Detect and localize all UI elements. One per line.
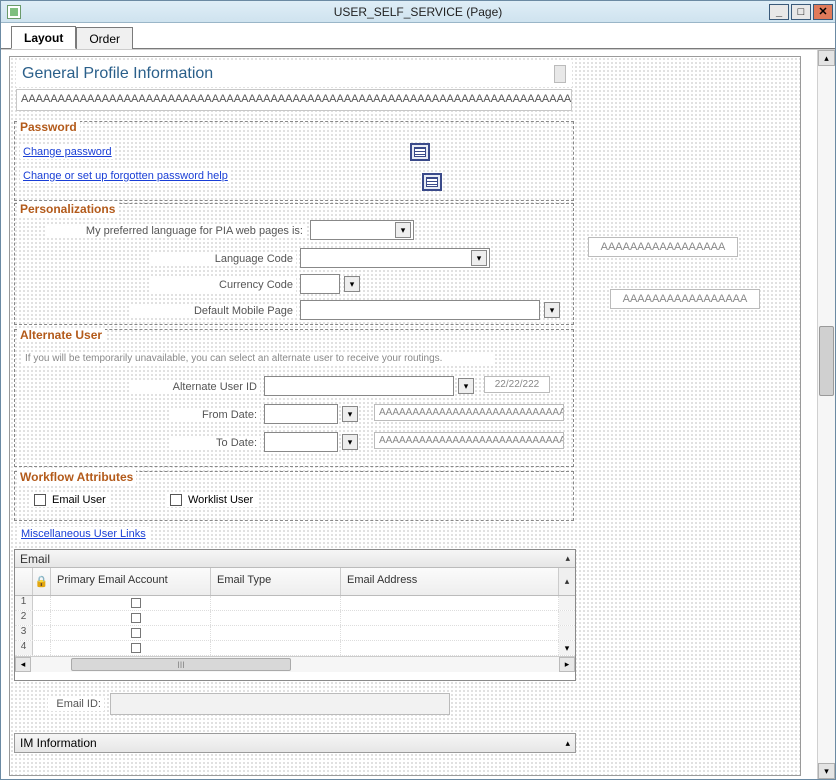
hscroll-thumb[interactable]: III — [71, 658, 291, 671]
lookup-alt-user-icon[interactable]: ▾ — [458, 378, 474, 394]
col-primary[interactable]: Primary Email Account — [51, 568, 211, 595]
checkbox-primary-email[interactable] — [131, 628, 141, 638]
label-currency-code: Currency Code — [150, 278, 296, 292]
table-row[interactable]: 2 — [15, 611, 575, 626]
minimize-button[interactable]: _ — [769, 4, 789, 20]
heading-handle[interactable] — [554, 65, 566, 83]
table-row[interactable]: 3 — [15, 626, 575, 641]
label-to-date: To Date: — [170, 436, 260, 450]
group-personalizations-title: Personalizations — [17, 202, 118, 216]
from-date-placeholder: AAAAAAAAAAAAAAAAAAAAAAAAAAAAA — [374, 404, 564, 421]
email-grid: Email ▴ 🔒 Primary Email Account Email Ty… — [14, 549, 576, 681]
secondary-page-icon-1[interactable] — [410, 143, 430, 161]
label-language-code: Language Code — [150, 252, 296, 266]
label-email-user: Email User — [52, 494, 106, 506]
subheader-placeholder: AAAAAAAAAAAAAAAAAAAAAAAAAAAAAAAAAAAAAAAA… — [16, 89, 572, 111]
table-row[interactable]: 1 — [15, 596, 575, 611]
calendar-to-icon[interactable]: ▾ — [342, 434, 358, 450]
lookup-mobile-icon[interactable]: ▾ — [544, 302, 560, 318]
side-placeholder-2: AAAAAAAAAAAAAAAAA — [610, 289, 760, 309]
label-worklist-user: Worklist User — [188, 494, 253, 506]
table-row[interactable]: 4 ▾ — [15, 641, 575, 656]
email-grid-title-row: Email ▴ — [15, 550, 575, 568]
label-email-id: Email ID: — [48, 697, 104, 711]
grid-hscroll[interactable]: ◂ III ▸ — [15, 656, 575, 672]
grid-scroll-down-icon[interactable]: ▾ — [559, 641, 575, 655]
secondary-page-icon-2[interactable] — [422, 173, 442, 191]
chevron-down-icon[interactable]: ▾ — [471, 250, 487, 266]
col-lock-icon: 🔒 — [33, 568, 51, 595]
window-title: USER_SELF_SERVICE (Page) — [1, 5, 835, 19]
rownum: 3 — [15, 626, 33, 640]
input-email-id[interactable] — [110, 693, 450, 715]
checkbox-primary-email[interactable] — [131, 643, 141, 653]
email-grid-title: Email — [20, 552, 50, 566]
label-from-date: From Date: — [170, 408, 260, 422]
tabs-row: Layout Order — [1, 23, 835, 49]
tab-order[interactable]: Order — [76, 27, 133, 49]
label-default-mobile: Default Mobile Page — [130, 304, 296, 318]
dropdown-language-code[interactable]: ▾ — [300, 248, 490, 268]
email-grid-body: 1 2 — [15, 596, 575, 656]
input-alt-user-id[interactable] — [264, 376, 454, 396]
rownum: 4 — [15, 641, 33, 655]
dropdown-pref-lang[interactable]: ▾ — [310, 220, 414, 240]
scroll-thumb[interactable] — [819, 326, 834, 396]
group-password: Password — [14, 121, 574, 201]
scroll-down-icon[interactable]: ▾ — [818, 763, 835, 779]
checkbox-primary-email[interactable] — [131, 598, 141, 608]
hscroll-track[interactable]: III — [31, 657, 559, 672]
col-email-type[interactable]: Email Type — [211, 568, 341, 595]
scroll-up-icon[interactable]: ▴ — [818, 50, 835, 66]
link-change-password[interactable]: Change password — [20, 145, 115, 159]
app-icon — [7, 5, 21, 19]
checkbox-worklist-user[interactable] — [170, 494, 182, 506]
design-canvas[interactable]: General Profile Information AAAAAAAAAAAA… — [9, 56, 801, 776]
maximize-button[interactable]: □ — [791, 4, 811, 20]
input-to-date[interactable] — [264, 432, 338, 452]
hscroll-left-icon[interactable]: ◂ — [15, 657, 31, 672]
email-grid-header: 🔒 Primary Email Account Email Type Email… — [15, 568, 575, 596]
lookup-currency-icon[interactable]: ▾ — [344, 276, 360, 292]
rownum: 2 — [15, 611, 33, 625]
input-default-mobile[interactable] — [300, 300, 540, 320]
close-button[interactable]: ✕ — [813, 4, 833, 20]
group-alternate-user-title: Alternate User — [17, 328, 105, 342]
label-pref-lang: My preferred language for PIA web pages … — [46, 224, 306, 238]
chevron-down-icon[interactable]: ▾ — [395, 222, 411, 238]
link-forgotten-password[interactable]: Change or set up forgotten password help — [20, 169, 231, 183]
app-window: USER_SELF_SERVICE (Page) _ □ ✕ Layout Or… — [0, 0, 836, 780]
alt-user-hint: If you will be temporarily unavailable, … — [22, 352, 494, 365]
input-currency-code[interactable] — [300, 274, 340, 294]
rownum: 1 — [15, 596, 33, 610]
input-from-date[interactable] — [264, 404, 338, 424]
side-placeholder-1: AAAAAAAAAAAAAAAAA — [588, 237, 738, 257]
group-password-title: Password — [17, 120, 80, 134]
page-title-text: General Profile Information — [22, 65, 213, 83]
calendar-from-icon[interactable]: ▾ — [342, 406, 358, 422]
grid-collapse-icon[interactable]: ▴ — [565, 553, 570, 564]
checkbox-primary-email[interactable] — [131, 613, 141, 623]
link-misc-user-links[interactable]: Miscellaneous User Links — [18, 527, 149, 541]
col-email-address[interactable]: Email Address — [341, 568, 559, 595]
scroll-track[interactable] — [818, 66, 835, 763]
tab-layout[interactable]: Layout — [11, 26, 76, 49]
checkbox-worklist-user-wrap[interactable]: Worklist User — [166, 493, 257, 507]
body-area: General Profile Information AAAAAAAAAAAA… — [1, 49, 835, 779]
im-collapse-icon[interactable]: ▴ — [565, 738, 570, 749]
checkbox-email-user[interactable] — [34, 494, 46, 506]
grid-scroll-up-icon[interactable]: ▴ — [559, 568, 575, 595]
label-alt-user-id: Alternate User ID — [130, 380, 260, 394]
checkbox-email-user-wrap[interactable]: Email User — [30, 493, 110, 507]
date-placeholder-box: 22/22/222 — [484, 376, 550, 393]
to-date-placeholder: AAAAAAAAAAAAAAAAAAAAAAAAAAAAA — [374, 432, 564, 449]
im-section: IM Information ▴ — [14, 733, 576, 753]
im-section-title: IM Information — [20, 736, 97, 750]
group-workflow-title: Workflow Attributes — [17, 470, 136, 484]
page-title: General Profile Information — [16, 61, 572, 87]
col-rownum — [15, 568, 33, 595]
titlebar: USER_SELF_SERVICE (Page) _ □ ✕ — [1, 1, 835, 23]
vertical-scrollbar[interactable]: ▴ ▾ — [817, 50, 835, 779]
hscroll-right-icon[interactable]: ▸ — [559, 657, 575, 672]
